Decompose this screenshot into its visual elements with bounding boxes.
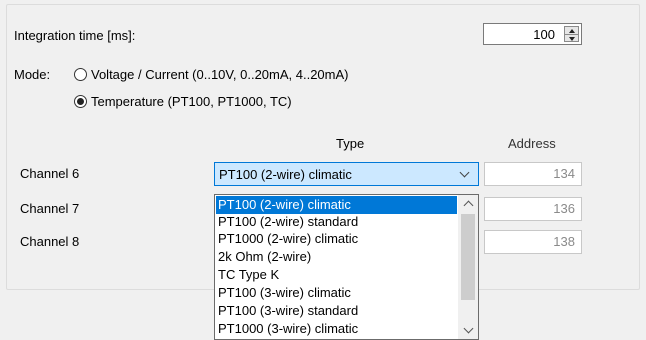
radio-temperature-label[interactable]: Temperature (PT100, PT1000, TC): [91, 94, 292, 109]
arrow-down-icon: [568, 36, 575, 41]
type-column-header: Type: [336, 136, 365, 151]
dropdown-item-7[interactable]: PT1000 (3-wire) climatic: [216, 320, 457, 338]
integration-time-label: Integration time [ms]:: [14, 28, 136, 43]
channel-6-type-value[interactable]: PT100 (2-wire) climatic: [219, 167, 352, 182]
scroll-down-button[interactable]: [458, 322, 478, 339]
dropdown-item-5[interactable]: PT100 (3-wire) climatic: [216, 284, 457, 302]
channel-6-address[interactable]: 134: [484, 162, 582, 186]
dropdown-item-2[interactable]: PT1000 (2-wire) climatic: [216, 230, 457, 248]
integration-time-value[interactable]: 100: [533, 27, 555, 42]
dropdown-item-6[interactable]: PT100 (3-wire) standard: [216, 302, 457, 320]
channel-config-panel: Integration time [ms]: 100 Mode: Voltage…: [0, 0, 646, 340]
spin-up-button[interactable]: [565, 27, 578, 35]
type-dropdown-list[interactable]: PT100 (2-wire) climatic PT100 (2-wire) s…: [214, 194, 479, 340]
dropdown-item-3[interactable]: 2k Ohm (2-wire): [216, 248, 457, 266]
channel-8-address[interactable]: 138: [484, 230, 582, 254]
dropdown-item-4[interactable]: TC Type K: [216, 266, 457, 284]
radio-voltage-current-label[interactable]: Voltage / Current (0..10V, 0..20mA, 4..2…: [91, 67, 349, 82]
dropdown-scrollbar[interactable]: [458, 195, 478, 339]
caret-up-icon: [463, 200, 473, 211]
channel-6-label: Channel 6: [20, 166, 80, 181]
spin-down-button[interactable]: [565, 35, 578, 42]
radio-button-checked-icon[interactable]: [74, 95, 87, 108]
mode-label: Mode:: [14, 67, 51, 82]
address-column-header: Address: [508, 136, 556, 151]
radio-button-icon[interactable]: [74, 68, 87, 81]
dropdown-item-1[interactable]: PT100 (2-wire) standard: [216, 213, 457, 231]
radio-voltage-current[interactable]: Voltage / Current (0..10V, 0..20mA, 4..2…: [74, 67, 349, 82]
scroll-up-button[interactable]: [458, 195, 478, 212]
channel-6-type-combobox[interactable]: PT100 (2-wire) climatic: [214, 162, 479, 186]
scrollbar-thumb[interactable]: [461, 214, 475, 300]
dropdown-item-0[interactable]: PT100 (2-wire) climatic: [216, 196, 457, 214]
integration-time-spinbox[interactable]: 100: [483, 23, 582, 45]
spin-buttons[interactable]: [564, 26, 579, 42]
channel-8-label: Channel 8: [20, 234, 80, 249]
radio-temperature[interactable]: Temperature (PT100, PT1000, TC): [74, 94, 292, 109]
channel-7-address[interactable]: 136: [484, 197, 582, 221]
caret-down-icon: [463, 323, 473, 334]
chevron-down-icon[interactable]: [459, 167, 470, 178]
arrow-up-icon: [568, 28, 575, 33]
channel-7-label: Channel 7: [20, 201, 80, 216]
